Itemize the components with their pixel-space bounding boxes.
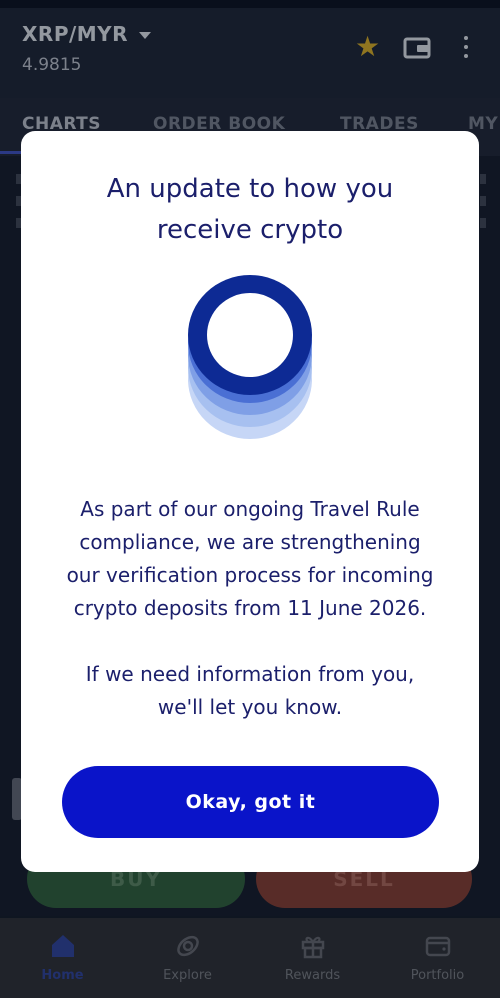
okay-got-it-button[interactable]: Okay, got it [62, 766, 439, 838]
dialog-message-line: As part of our ongoing Travel Rule [80, 497, 420, 521]
announcement-dialog: An update to how you receive crypto As p… [21, 131, 479, 872]
dialog-title: An update to how you receive crypto [61, 169, 439, 251]
dialog-message-line: our verification process for incoming [66, 563, 434, 587]
dialog-note-line: If we need information from you, [85, 662, 415, 686]
dialog-message-line: compliance, we are strengthening [79, 530, 421, 554]
rings-illustration [188, 275, 312, 439]
dialog-note: If we need information from you, we'll l… [51, 658, 449, 724]
dialog-message: As part of our ongoing Travel Rule compl… [51, 493, 449, 625]
dialog-note-line: we'll let you know. [157, 695, 343, 719]
dialog-title-line: An update to how you [106, 174, 394, 204]
dialog-title-line: receive crypto [156, 215, 344, 245]
dialog-message-line: crypto deposits from 11 June 2026. [73, 596, 427, 620]
